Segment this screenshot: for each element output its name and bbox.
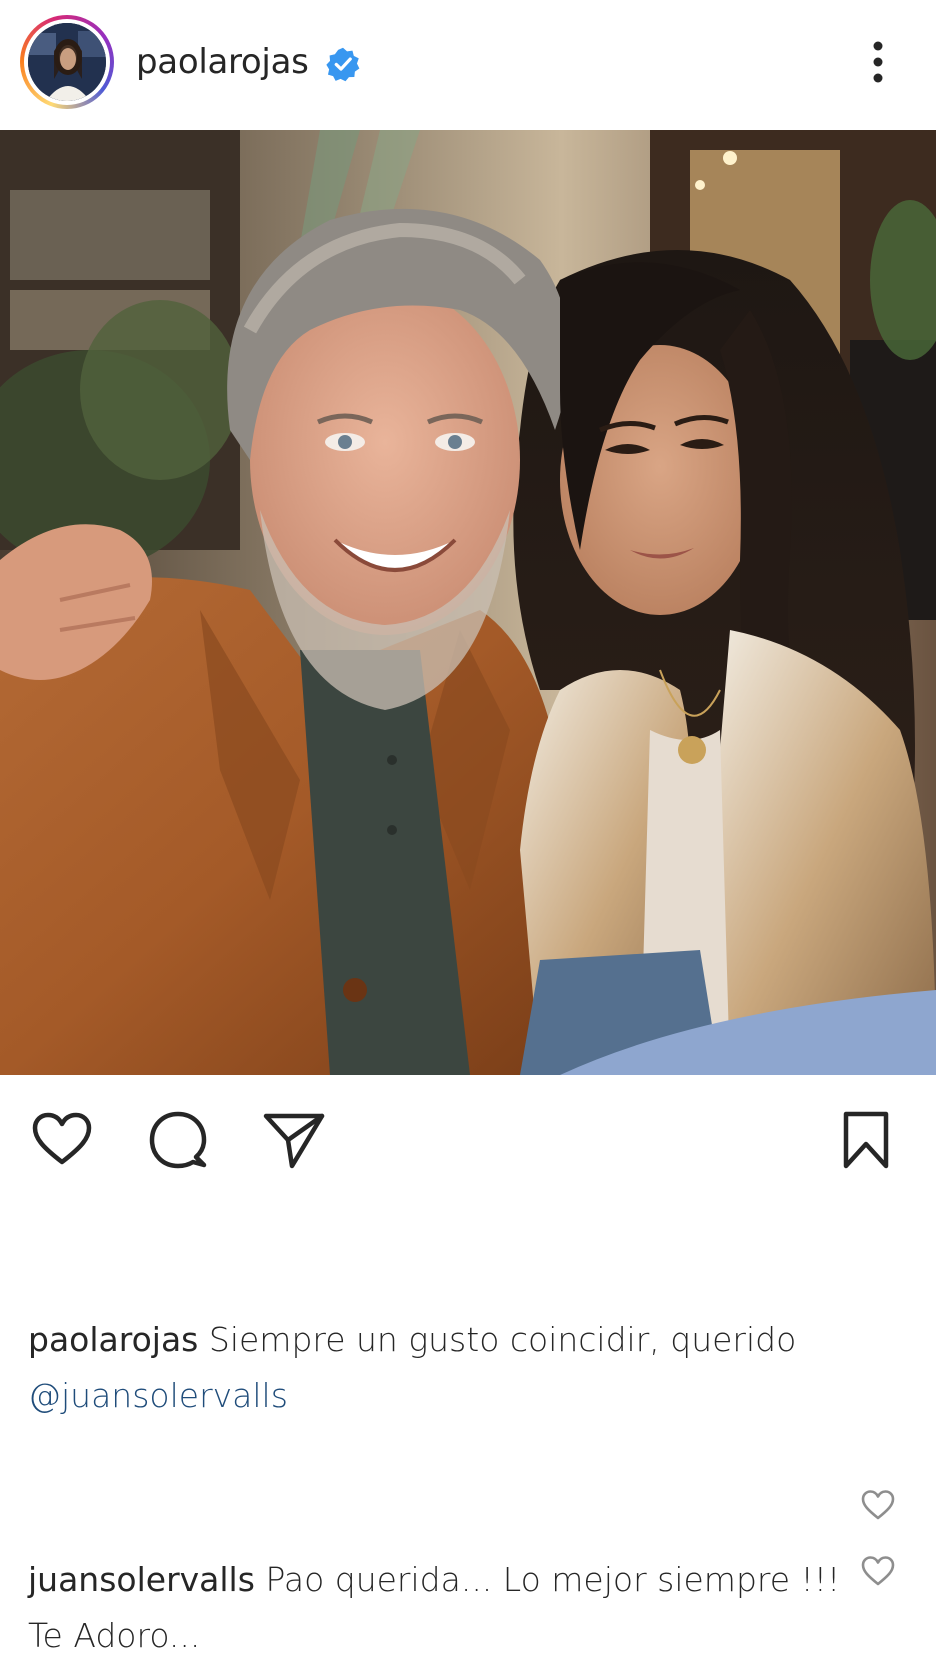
comment-like-heart-icon[interactable] [860,1554,896,1588]
post-photo[interactable] [0,130,936,1075]
heart-icon[interactable] [30,1108,94,1172]
comment-username[interactable]: juansolervalls [28,1560,255,1599]
verified-badge-icon [326,47,360,82]
comment-icon[interactable] [146,1108,210,1172]
post-actions-bar [0,1098,936,1174]
post-header: paolarojas [0,0,936,130]
header-username[interactable]: paolarojas [136,40,309,84]
caption-like-heart-icon[interactable] [860,1488,896,1522]
caption-text: Siempre un gusto coincidir, querido [208,1320,797,1359]
avatar-image [28,23,106,101]
send-icon[interactable] [262,1108,326,1172]
caption-mention[interactable]: @juansolervalls [28,1368,888,1424]
comment-item: juansolervalls Pao querida... Lo mejor s… [28,1552,848,1664]
post-photo-illustration [0,130,936,1075]
caption-username[interactable]: paolarojas [28,1320,198,1359]
bookmark-icon[interactable] [834,1108,898,1172]
post-caption: paolarojas Siempre un gusto coincidir, q… [28,1312,888,1424]
profile-avatar-story-ring[interactable] [20,15,114,109]
avatar[interactable] [28,23,106,101]
more-vertical-icon[interactable] [860,38,896,86]
